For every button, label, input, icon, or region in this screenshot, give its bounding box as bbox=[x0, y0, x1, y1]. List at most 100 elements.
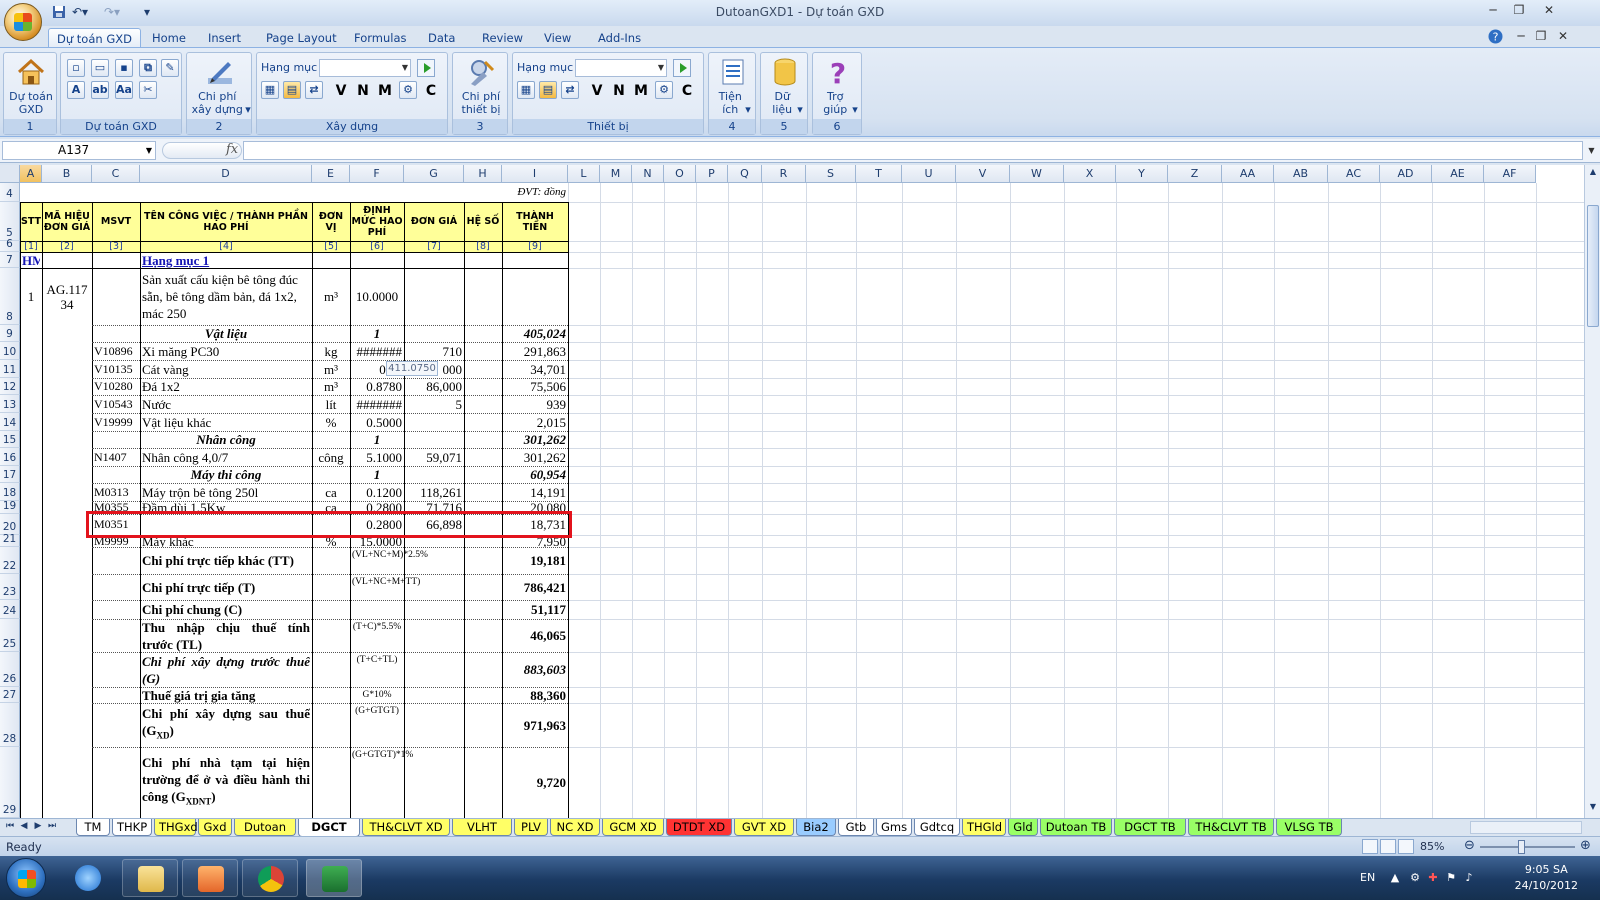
material-code[interactable]: V10543 bbox=[94, 395, 138, 413]
sheet-tab-tm[interactable]: TM bbox=[76, 819, 110, 836]
column-header-t[interactable]: T bbox=[856, 165, 902, 183]
row-header-6[interactable]: 6 bbox=[0, 238, 20, 252]
material-price[interactable]: 5 bbox=[406, 395, 463, 413]
material-name[interactable]: Đá 1x2 bbox=[142, 378, 310, 395]
header-donvi[interactable]: ĐƠN VỊ bbox=[313, 202, 349, 241]
summary-amount[interactable]: 9,720 bbox=[504, 747, 566, 818]
row-header-17[interactable]: 17 bbox=[0, 466, 20, 483]
may-thi-cong-label[interactable]: Máy thi công bbox=[142, 466, 310, 483]
n-button[interactable]: N bbox=[353, 81, 373, 101]
tab-insert[interactable]: Insert bbox=[200, 28, 249, 48]
nhan-cong-total[interactable]: 301,262 bbox=[504, 431, 566, 448]
material-code[interactable]: V10135 bbox=[94, 360, 138, 378]
tab-home[interactable]: Home bbox=[144, 28, 194, 48]
volume-icon[interactable]: ♪ bbox=[1462, 871, 1476, 885]
row-header-29[interactable]: 29 bbox=[0, 747, 20, 818]
tab-add-ins[interactable]: Add-Ins bbox=[590, 28, 649, 48]
edit-icon[interactable]: ✎ bbox=[161, 59, 179, 77]
material-amount[interactable]: 939 bbox=[504, 395, 567, 413]
du-lieu-button[interactable]: Dữ liệu ▾ bbox=[763, 56, 807, 116]
row-header-26[interactable]: 26 bbox=[0, 652, 20, 687]
column-header-ab[interactable]: AB bbox=[1274, 165, 1328, 183]
sheet-tab-vlht-xd[interactable]: VLHT XD bbox=[452, 819, 512, 836]
tab-view[interactable]: View bbox=[536, 28, 579, 48]
format-icon[interactable]: ab bbox=[91, 81, 109, 99]
column-header-ad[interactable]: AD bbox=[1380, 165, 1432, 183]
header-dongia[interactable]: ĐƠN GIÁ bbox=[405, 202, 463, 241]
minimize-icon[interactable]: ─ bbox=[1482, 3, 1504, 21]
sort-icon[interactable]: ⇄ bbox=[305, 81, 323, 99]
hm-name[interactable]: Hạng mục 1 bbox=[142, 252, 310, 268]
explorer-taskbar-button[interactable] bbox=[122, 859, 178, 897]
column-header-z[interactable]: Z bbox=[1168, 165, 1222, 183]
labor-unit[interactable]: công bbox=[314, 448, 348, 466]
ribbon-minimize-icon[interactable]: ─ bbox=[1510, 29, 1532, 47]
column-header-u[interactable]: U bbox=[902, 165, 956, 183]
sheet-tab-vlsg-tb[interactable]: VLSG TB bbox=[1276, 819, 1342, 836]
material-unit[interactable]: lít bbox=[314, 395, 348, 413]
open-folder-icon[interactable]: ▭ bbox=[91, 59, 109, 77]
help-icon[interactable]: ? bbox=[1488, 29, 1504, 45]
column-header-m[interactable]: M bbox=[600, 165, 632, 183]
column-header-l[interactable]: L bbox=[568, 165, 600, 183]
header-heso[interactable]: HỆ SỐ bbox=[465, 202, 501, 241]
vat-lieu-factor[interactable]: 1 bbox=[352, 325, 402, 342]
material-amount[interactable]: 291,863 bbox=[504, 342, 566, 360]
labor-amount[interactable]: 301,262 bbox=[504, 448, 566, 466]
sheet-tab-gtb[interactable]: Gtb bbox=[838, 819, 874, 836]
column-header-h[interactable]: H bbox=[464, 165, 502, 183]
summary-amount[interactable]: 971,963 bbox=[504, 703, 566, 747]
material-unit[interactable]: m³ bbox=[314, 360, 348, 378]
next-sheet-icon[interactable]: ▶ bbox=[32, 821, 44, 831]
zoom-level[interactable]: 85% bbox=[1420, 840, 1444, 853]
summary-amount[interactable]: 46,065 bbox=[504, 619, 566, 652]
row-header-9[interactable]: 9 bbox=[0, 325, 20, 342]
table-icon-2[interactable]: ▦ bbox=[517, 81, 535, 99]
v-button-2[interactable]: V bbox=[587, 81, 607, 101]
page-layout-view-icon[interactable] bbox=[1380, 839, 1396, 854]
work-code[interactable]: AG.11734 bbox=[44, 268, 90, 325]
table-icon[interactable]: ▦ bbox=[261, 81, 279, 99]
summary-name[interactable]: Chi phí trực tiếp (T) bbox=[142, 574, 310, 600]
vat-lieu-total[interactable]: 405,024 bbox=[504, 325, 566, 342]
material-code[interactable]: V19999 bbox=[94, 413, 138, 431]
row-header-18[interactable]: 18 bbox=[0, 483, 20, 501]
row-header-8[interactable]: 8 bbox=[0, 268, 20, 325]
material-name[interactable]: Xi măng PC30 bbox=[142, 342, 310, 360]
unit-note[interactable]: ĐVT: đồng bbox=[504, 183, 566, 202]
column-header-o[interactable]: O bbox=[664, 165, 696, 183]
material-norm[interactable]: ####### bbox=[352, 395, 403, 413]
work-unit[interactable]: m³ bbox=[314, 268, 348, 325]
row-header-10[interactable]: 10 bbox=[0, 342, 20, 360]
row-header-22[interactable]: 22 bbox=[0, 547, 20, 574]
machine-name[interactable]: Máy trộn bê tông 250l bbox=[142, 483, 310, 501]
hm-code[interactable]: HM bbox=[22, 252, 40, 268]
hang-muc-combo-2[interactable]: ▼ bbox=[575, 59, 667, 77]
row-header-4[interactable]: 4 bbox=[0, 183, 20, 202]
summary-name[interactable]: Thuế giá trị gia tăng bbox=[142, 687, 310, 703]
sheet-tab-gxd[interactable]: Gxd bbox=[198, 819, 232, 836]
horizontal-scrollbar[interactable] bbox=[1470, 821, 1582, 834]
summary-name[interactable]: Chi phí nhà tạm tại hiện trường để ở và … bbox=[142, 747, 310, 818]
row-header-23[interactable]: 23 bbox=[0, 574, 20, 600]
summary-name[interactable]: Chi phí xây dựng trước thuế (G) bbox=[142, 652, 310, 687]
formula-input[interactable] bbox=[243, 141, 1583, 160]
column-header-s[interactable]: S bbox=[806, 165, 856, 183]
material-price[interactable]: 710 bbox=[406, 342, 463, 360]
machine-norm[interactable]: 0.1200 bbox=[352, 483, 402, 501]
zoom-out-icon[interactable]: ⊖ bbox=[1464, 838, 1475, 853]
labor-name[interactable]: Nhân công 4,0/7 bbox=[142, 448, 310, 466]
grid-icon-2[interactable]: ▤ bbox=[539, 81, 557, 99]
column-header-p[interactable]: P bbox=[696, 165, 728, 183]
material-amount[interactable]: 34,701 bbox=[504, 360, 566, 378]
sheet-tab-gvt-xd[interactable]: GVT XD bbox=[734, 819, 794, 836]
v-button[interactable]: V bbox=[331, 81, 351, 101]
sheet-tab-gms[interactable]: Gms bbox=[876, 819, 912, 836]
column-header-i[interactable]: I bbox=[502, 165, 568, 183]
labor-price[interactable]: 59,071 bbox=[406, 448, 462, 466]
material-norm[interactable]: 0.5000 bbox=[352, 413, 402, 431]
nhan-cong-factor[interactable]: 1 bbox=[352, 431, 402, 448]
office-button[interactable] bbox=[4, 3, 42, 41]
c-button[interactable]: C bbox=[421, 81, 441, 101]
labor-norm[interactable]: 5.1000 bbox=[352, 448, 402, 466]
